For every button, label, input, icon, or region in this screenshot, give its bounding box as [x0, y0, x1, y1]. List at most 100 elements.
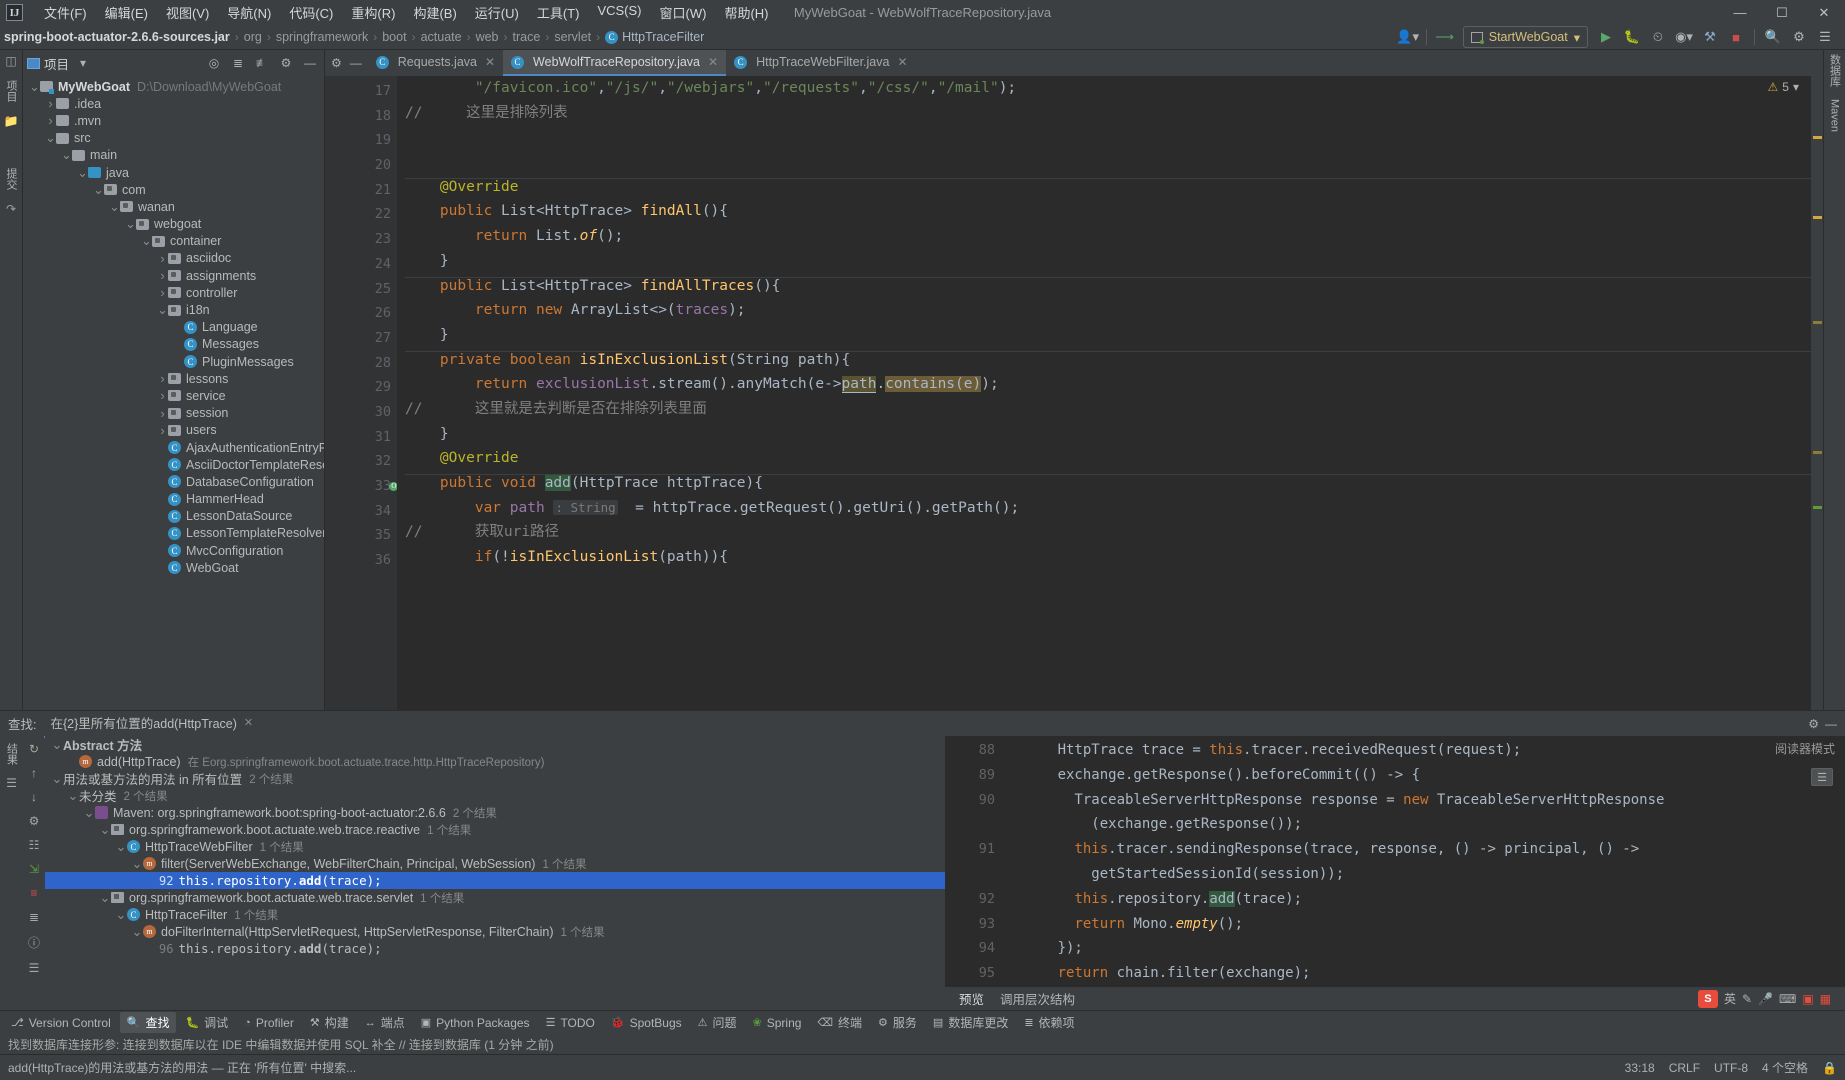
rail-label-database[interactable]: 数据库 [1827, 54, 1843, 87]
gutter-line[interactable]: 29 [325, 375, 397, 400]
code-line[interactable]: return new ArrayList<>(traces); [397, 298, 1823, 323]
tool-tab-7[interactable]: ☰ TODO [539, 1014, 602, 1032]
tree-node[interactable]: ⌄ main [23, 147, 324, 164]
gutter-line[interactable]: 32 [325, 449, 397, 474]
notifications-icon[interactable]: ☰ [1813, 26, 1837, 48]
line-number-gutter[interactable]: 171819202122O↑2324252627282930313233O↑@3… [325, 76, 413, 710]
tool-tab-8[interactable]: 🐞 SpotBugs [604, 1014, 689, 1032]
tool-tab-3[interactable]: ◔ Profiler [237, 1014, 301, 1032]
gutter-line[interactable]: 26 [325, 301, 397, 326]
chevron-down-icon[interactable]: ⌄ [61, 147, 72, 163]
chevron-down-icon[interactable]: ▾ [73, 53, 93, 73]
usage-node[interactable]: ⌄ Maven: org.springframework.boot:spring-… [45, 804, 945, 821]
tool-tab-4[interactable]: ⚒ 构建 [303, 1012, 356, 1033]
breadcrumb-item-4[interactable]: actuate [421, 30, 462, 44]
minimize-icon[interactable]: — [1719, 0, 1761, 25]
tool-tab-14[interactable]: ≣ 依赖项 [1017, 1012, 1081, 1033]
project-tree[interactable]: ⌄ MyWebGoat D:\Download\MyWebGoat › .idea › .m… [23, 76, 324, 710]
group-icon[interactable]: ☷ [29, 838, 40, 852]
code-line[interactable]: // 获取uri路径 [397, 520, 1823, 545]
rail-label-maven[interactable]: Maven [1829, 99, 1841, 132]
tool-tab-11[interactable]: ⌫ 终端 [810, 1012, 869, 1033]
gutter-line[interactable]: 36 [325, 548, 397, 573]
chevron-down-icon[interactable]: ⌄ [141, 233, 152, 249]
settings-icon[interactable]: ⚙ [331, 56, 342, 70]
tree-node[interactable]: C LessonTemplateResolver [23, 525, 324, 542]
chevron-down-icon[interactable]: ⌄ [125, 216, 136, 232]
inspection-widget[interactable]: ⚠ 5 ▾ [1768, 80, 1799, 94]
preview-code-line[interactable]: return Mono.empty(); [1003, 912, 1845, 937]
tree-node[interactable]: ⌄ src [23, 130, 324, 147]
gutter-line[interactable]: 28 [325, 351, 397, 376]
chevron-down-icon[interactable]: ⌄ [131, 856, 143, 872]
chevron-down-icon[interactable]: ⌄ [67, 788, 79, 804]
menu-item-4[interactable]: 代码(C) [280, 0, 342, 25]
chevron-down-icon[interactable]: ⌄ [131, 924, 143, 940]
gutter-line[interactable]: 19 [325, 128, 397, 153]
menu-item-11[interactable]: 帮助(H) [715, 0, 777, 25]
close-icon[interactable]: ✕ [897, 55, 907, 69]
code-line[interactable]: public List<HttpTrace> findAll(){ [397, 199, 1823, 224]
chevron-down-icon[interactable]: ⌄ [109, 199, 120, 215]
coverage-icon[interactable]: ◉▾ [1672, 26, 1696, 48]
menu-item-3[interactable]: 导航(N) [218, 0, 280, 25]
chevron-down-icon[interactable]: ▾ [1793, 80, 1799, 94]
code-line[interactable]: if(!isInExclusionList(path)){ [397, 545, 1823, 570]
tree-node[interactable]: C Messages [23, 336, 324, 353]
gutter-line[interactable]: 17 [325, 79, 397, 104]
code-editor[interactable]: 171819202122O↑2324252627282930313233O↑@3… [325, 76, 1823, 710]
collapse-all-icon[interactable]: ≢ [252, 53, 272, 73]
tree-node[interactable]: C MvcConfiguration [23, 542, 324, 559]
menu-item-5[interactable]: 重构(R) [342, 0, 404, 25]
collapse-icon[interactable]: ≣ [29, 910, 39, 924]
chevron-down-icon[interactable]: ⌄ [77, 165, 88, 181]
tree-node[interactable]: ⌄ webgoat [23, 216, 324, 233]
settings-icon[interactable]: ⚙ [1787, 26, 1811, 48]
locate-icon[interactable]: ◎ [204, 53, 224, 73]
tree-node[interactable]: C Language [23, 319, 324, 336]
rail-label-project[interactable]: 项目 [3, 78, 19, 104]
code-line[interactable] [397, 125, 1823, 150]
gutter-line[interactable]: 31 [325, 425, 397, 450]
code-line[interactable]: return List.of(); [397, 224, 1823, 249]
breadcrumb[interactable]: spring-boot-actuator-2.6.6-sources.jar › o… [4, 30, 704, 44]
breadcrumb-item-6[interactable]: trace [513, 30, 541, 44]
usage-node[interactable]: ⌄ C HttpTraceFilter 1 个结果 [45, 906, 945, 923]
hide-icon[interactable]: — [350, 56, 362, 70]
chevron-right-icon[interactable]: › [157, 423, 168, 438]
chevron-right-icon[interactable]: › [157, 285, 168, 300]
preview-code-line[interactable]: getStartedSessionId(session)); [1003, 862, 1845, 887]
tree-node[interactable]: ⌄ java [23, 164, 324, 181]
tree-node[interactable]: › controller [23, 284, 324, 301]
gutter-line[interactable]: 25 [325, 277, 397, 302]
chevron-right-icon[interactable]: › [45, 96, 56, 111]
chevron-right-icon[interactable]: › [157, 406, 168, 421]
usage-node[interactable]: ⌄ m doFilterInternal(HttpServletRequest, H… [45, 923, 945, 940]
chevron-down-icon[interactable]: ⌄ [115, 907, 127, 923]
chevron-right-icon[interactable]: › [157, 371, 168, 386]
update-project-icon[interactable]: ⟶ [1433, 26, 1457, 48]
tree-node[interactable]: › users [23, 422, 324, 439]
editor-tab-2[interactable]: C HttpTraceWebFilter.java ✕ [726, 50, 915, 76]
tree-node[interactable]: › service [23, 387, 324, 404]
tree-node[interactable]: › lessons [23, 370, 324, 387]
tree-node[interactable]: ⌄ i18n [23, 301, 324, 318]
usage-node[interactable]: ⌄ C HttpTraceWebFilter 1 个结果 [45, 838, 945, 855]
code-line[interactable]: } [397, 323, 1823, 348]
gutter-line[interactable]: 30 [325, 400, 397, 425]
debug-icon[interactable]: 🐛 [1620, 26, 1644, 48]
profile-icon[interactable]: ⏲ [1646, 26, 1670, 48]
tree-node[interactable]: C AjaxAuthenticationEntryPoin [23, 439, 324, 456]
code-line[interactable]: "/favicon.ico","/js/","/webjars","/reque… [397, 76, 1823, 101]
expand-icon[interactable]: ≡ [30, 886, 37, 900]
chevron-right-icon[interactable]: › [157, 251, 168, 266]
expand-all-icon[interactable]: ≣ [228, 53, 248, 73]
tool-tab-1[interactable]: 🔍 查找 [119, 1012, 177, 1033]
breadcrumb-item-5[interactable]: web [476, 30, 499, 44]
chevron-down-icon[interactable]: ⌄ [115, 839, 127, 855]
tree-node[interactable]: C PluginMessages [23, 353, 324, 370]
mic-icon[interactable]: 🎤 [1758, 992, 1773, 1006]
usage-node[interactable]: ⌄ Abstract 方法 [45, 736, 945, 754]
menu-item-7[interactable]: 运行(U) [466, 0, 528, 25]
file-encoding[interactable]: UTF-8 [1714, 1061, 1748, 1075]
